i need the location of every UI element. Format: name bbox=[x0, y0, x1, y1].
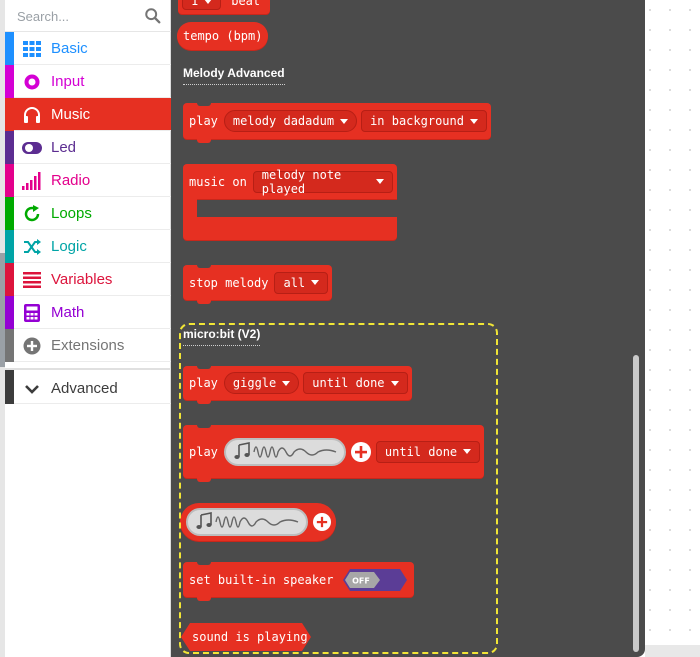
category-label: Math bbox=[51, 304, 85, 321]
category-advanced[interactable]: Advanced bbox=[5, 368, 171, 404]
category-logic[interactable]: Logic bbox=[5, 230, 171, 263]
shuffle-icon bbox=[22, 237, 42, 257]
grid-icon bbox=[22, 39, 42, 59]
category-extensions[interactable]: Extensions bbox=[5, 329, 171, 362]
play-melody-block[interactable]: play melody dadadum in background bbox=[183, 102, 491, 143]
stop-melody-block[interactable]: stop melody all bbox=[183, 264, 333, 304]
heading-melody-advanced: Melody Advanced bbox=[183, 66, 285, 85]
headphones-icon bbox=[22, 105, 42, 125]
tempo-block[interactable]: tempo (bpm) bbox=[177, 22, 269, 50]
v2-highlight-box bbox=[179, 323, 498, 654]
category-input[interactable]: Input bbox=[5, 65, 171, 98]
category-label: Logic bbox=[51, 238, 87, 255]
category-math[interactable]: Math bbox=[5, 296, 171, 329]
category-variables[interactable]: Variables bbox=[5, 263, 171, 296]
category-basic[interactable]: Basic bbox=[5, 32, 171, 65]
target-icon bbox=[22, 72, 42, 92]
music-on-block[interactable]: music on melody note played bbox=[183, 164, 397, 199]
flyout-scrollbar[interactable] bbox=[633, 355, 639, 652]
search-icon[interactable] bbox=[144, 7, 162, 25]
list-icon bbox=[22, 270, 42, 290]
chevron-down-icon bbox=[22, 379, 42, 399]
category-label: Led bbox=[51, 139, 77, 156]
plus-circle-icon bbox=[22, 336, 42, 356]
mode-dropdown[interactable]: in background bbox=[361, 110, 487, 132]
music-on-block-side bbox=[183, 198, 197, 218]
category-label: Loops bbox=[51, 205, 92, 222]
category-led[interactable]: Led bbox=[5, 131, 171, 164]
category-loops[interactable]: Loops bbox=[5, 197, 171, 230]
category-label: Extensions bbox=[51, 337, 125, 354]
music-on-block-bottom bbox=[183, 217, 397, 240]
category-label: Music bbox=[51, 106, 91, 123]
category-label: Advanced bbox=[51, 380, 118, 397]
category-label: Basic bbox=[51, 40, 88, 57]
stop-which-dropdown[interactable]: all bbox=[274, 271, 329, 294]
category-label: Input bbox=[51, 73, 85, 90]
beat-dropdown[interactable]: 1 bbox=[182, 0, 222, 10]
calculator-icon bbox=[22, 303, 42, 323]
search-box bbox=[5, 0, 171, 32]
block-label: beat bbox=[231, 0, 261, 8]
refresh-icon bbox=[22, 204, 42, 224]
toggle-icon bbox=[22, 138, 42, 158]
block-label: tempo (bpm) bbox=[183, 29, 263, 43]
category-music[interactable]: Music bbox=[5, 98, 171, 131]
workspace-canvas[interactable] bbox=[640, 0, 700, 657]
category-radio[interactable]: Radio bbox=[5, 164, 171, 197]
category-label: Variables bbox=[51, 271, 113, 288]
beat-block[interactable]: 1 beat bbox=[178, 0, 271, 14]
signal-bars-icon bbox=[22, 171, 42, 191]
block-label: stop melody bbox=[189, 275, 269, 290]
workspace-corner bbox=[645, 645, 700, 657]
toolbox: Basic Input Music Led bbox=[5, 0, 171, 657]
melody-dropdown[interactable]: melody dadadum bbox=[223, 110, 358, 132]
block-label: play bbox=[189, 114, 218, 128]
event-dropdown[interactable]: melody note played bbox=[252, 168, 393, 196]
category-label: Radio bbox=[51, 172, 91, 189]
block-label: music on bbox=[189, 174, 247, 189]
search-input[interactable] bbox=[11, 5, 143, 27]
